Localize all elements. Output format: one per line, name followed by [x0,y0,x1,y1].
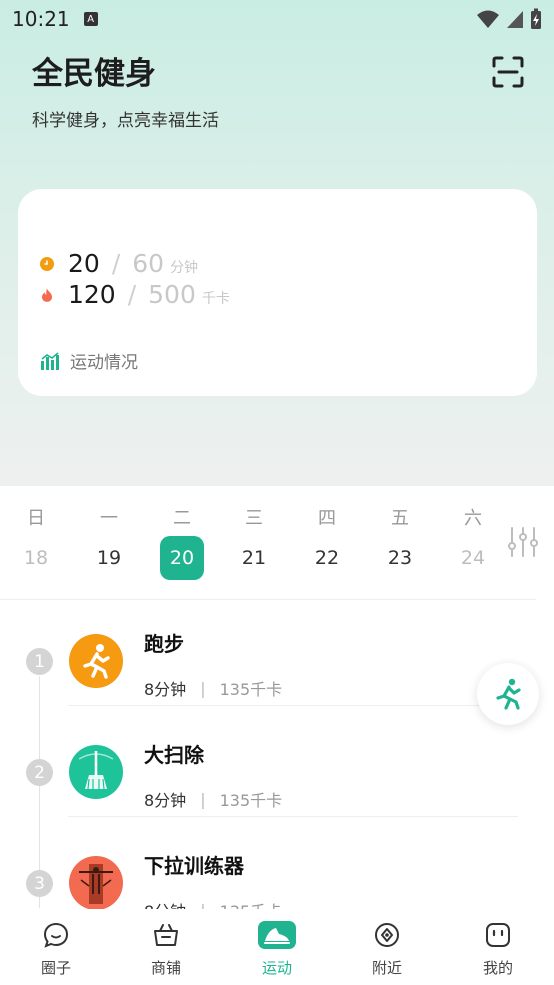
tab-label: 运动 [261,959,292,977]
wifi-icon [477,10,499,28]
tab-label: 圈子 [40,959,71,977]
activity-name: 下拉训练器 [144,854,244,878]
duration-metric: 20 / 60 分钟 [40,249,198,278]
activity-name: 跑步 [144,632,184,656]
step-number: 1 [26,648,53,675]
bar-chart-icon [41,351,59,370]
meta-separator: | [200,678,206,698]
tab-circle[interactable]: 圈子 [16,909,96,985]
activity-calories: 135千卡 [220,898,283,909]
divider [68,816,518,817]
scan-icon[interactable] [490,54,526,90]
tab-exercise[interactable]: 运动 [237,909,317,985]
date-cell[interactable]: 19 [87,536,131,580]
battery-icon [531,8,541,29]
status-time: 10:21 [12,7,70,31]
calorie-metric: 120 / 500 千卡 [40,280,230,309]
exercise-summary-card[interactable]: 20 / 60 分钟 120 / 500 千卡 运动情况 [18,189,537,396]
activity-calories: 135千卡 [219,791,283,810]
activity-calories: 135千卡 [219,680,283,699]
weekday-label: 二 [173,508,191,529]
weekday-label: 六 [464,508,482,529]
tab-label: 商铺 [150,959,181,977]
sneaker-icon [258,921,296,949]
date-cell-selected[interactable]: 20 [160,536,204,580]
weekday-label: 五 [391,508,409,529]
page-title: 全民健身 [32,56,156,92]
weekday-label: 三 [245,508,263,529]
status-icons [476,8,542,30]
meta-separator: | [200,789,206,809]
activity-duration: 8分钟 [144,898,186,909]
step-number: 2 [26,759,53,786]
tab-label: 我的 [482,959,513,977]
duration-unit: 分钟 [170,260,199,276]
date-cell[interactable]: 23 [378,536,422,580]
running-person-icon [496,678,521,710]
exercise-status-link[interactable]: 运动情况 [40,348,138,373]
weekday-label: 四 [318,508,336,529]
calorie-unit: 千卡 [201,291,230,307]
running-person-icon [69,634,123,688]
activity-duration: 8分钟 [144,791,187,810]
clock-icon [40,256,54,271]
status-bar: 10:21 A [0,0,554,38]
flame-icon [42,288,52,302]
activity-name: 大扫除 [144,743,204,767]
activity-duration: 8分钟 [144,680,187,699]
duration-current: 20 [68,249,100,278]
tab-label: 附近 [371,959,402,977]
calorie-current: 120 [68,280,116,309]
weekday-label: 一 [100,508,118,529]
profile-face-icon [486,923,510,947]
tab-shop[interactable]: 商铺 [126,909,206,985]
date-cell[interactable]: 22 [305,536,349,580]
notification-a-icon: A [83,12,98,26]
meta-separator: | [200,901,205,910]
duration-separator: / [111,249,121,278]
activity-meta: 8分钟 | 135千卡 [144,898,283,910]
calorie-goal: 500 [148,280,196,309]
filter-sliders-icon[interactable] [508,526,538,558]
bottom-tab-bar: 圈子 商铺 运动 附近 我的 [0,909,554,985]
chat-bubble-icon [43,922,69,948]
exercise-status-label: 运动情况 [70,353,138,373]
weekday-label: 日 [27,508,45,529]
shopping-basket-icon [154,924,178,946]
cellular-signal-icon [507,11,523,28]
date-cell[interactable]: 21 [232,536,276,580]
divider [0,599,536,600]
duration-goal: 60 [132,249,165,278]
broom-icon [69,745,123,799]
date-cell[interactable]: 24 [451,536,495,580]
pulldown-machine-icon [69,856,123,909]
tab-mine[interactable]: 我的 [458,909,538,985]
timeline-line [39,676,40,908]
page-subtitle: 科学健身，点亮幸福生活 [32,111,219,131]
tab-nearby[interactable]: 附近 [347,909,427,985]
activity-meta: 8分钟 | 135千卡 [144,787,282,811]
compass-icon [375,923,399,947]
calorie-separator: / [127,280,137,309]
divider [68,705,518,706]
week-selector: 日 18 一 19 二 20 三 21 四 22 五 23 六 24 [0,486,554,600]
date-cell[interactable]: 18 [14,536,58,580]
start-exercise-button[interactable] [477,663,539,725]
activity-meta: 8分钟 | 135千卡 [144,676,282,700]
